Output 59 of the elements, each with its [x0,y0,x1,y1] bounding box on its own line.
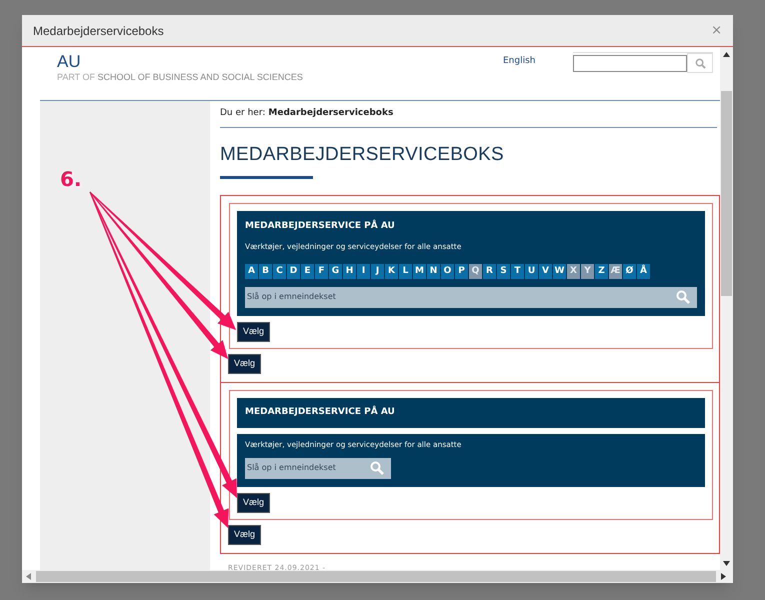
letter-link[interactable]: Z [595,264,608,279]
scroll-right-icon[interactable] [721,573,726,580]
search-field[interactable]: Slå op i emneindekset [245,458,391,479]
letter-link[interactable]: Å [637,264,650,279]
select-button[interactable]: Vælg [237,492,270,513]
letter-link[interactable]: W [553,264,566,279]
letter-link[interactable]: F [315,264,328,279]
letter-link: Æ [609,264,622,279]
search-icon [694,58,706,68]
search-field[interactable]: Slå op i emneindekset [245,286,697,308]
logo-subtitle: PART OF SCHOOL OF BUSINESS AND SOCIAL SCIENCES [57,72,304,83]
letter-link: X [567,264,580,279]
letter-link[interactable]: H [343,264,356,279]
letter-link[interactable]: O [441,264,454,279]
letter-link[interactable]: G [329,264,342,279]
scrollbar-thumb[interactable] [36,571,716,582]
letter-link: Y [581,264,594,279]
letter-link[interactable]: C [273,264,286,279]
letter-link[interactable]: D [287,264,300,279]
breadcrumb-link[interactable]: Medarbejderserviceboks [268,107,394,121]
language-link[interactable]: English [503,55,573,68]
letter-link[interactable]: J [371,264,384,279]
scroll-down-icon[interactable] [723,561,730,566]
letter-link[interactable]: T [511,264,524,279]
logo-text: AU [57,52,82,72]
page-heading: MEDARBEJDERSERVICEBOKS [220,144,505,166]
letter-link[interactable]: S [497,264,510,279]
letter-link[interactable]: M [413,264,426,279]
panel-title: MEDARBEJDERSERVICE PÅ AU [245,220,396,233]
letter-link[interactable]: U [525,264,538,279]
letter-link[interactable]: L [399,264,412,279]
scroll-up-icon[interactable] [723,52,730,57]
dialog-title: Medarbejderserviceboks [33,22,164,40]
letter-link[interactable]: R [483,264,496,279]
scroll-left-icon[interactable] [26,573,31,580]
horizontal-scrollbar[interactable] [22,570,733,583]
letter-link[interactable]: K [385,264,398,279]
letter-link[interactable]: B [259,264,272,279]
letter-link[interactable]: N [427,264,440,279]
search-button[interactable] [687,53,713,73]
select-button[interactable]: Vælg [228,524,262,544]
letter-link[interactable]: V [539,264,552,279]
panel-title: MEDARBEJDERSERVICE PÅ AU [245,406,395,419]
breadcrumb-label: Du er her: [220,107,266,120]
letter-link[interactable]: Ø [623,264,636,279]
search-icon [370,461,384,476]
letter-link: Q [469,264,482,279]
letter-link[interactable]: E [301,264,314,279]
search-icon [676,290,690,304]
letter-link[interactable]: P [455,264,468,279]
select-button[interactable]: Vælg [237,322,270,342]
vertical-scrollbar[interactable] [720,47,733,570]
close-button[interactable]: × [711,24,722,37]
search-field[interactable] [573,55,687,72]
scrollbar-thumb[interactable] [721,91,732,296]
letter-link[interactable]: A [245,264,258,279]
annotation-label: 6. [60,166,82,193]
letter-link[interactable]: I [357,264,370,279]
select-button[interactable]: Vælg [228,354,262,374]
